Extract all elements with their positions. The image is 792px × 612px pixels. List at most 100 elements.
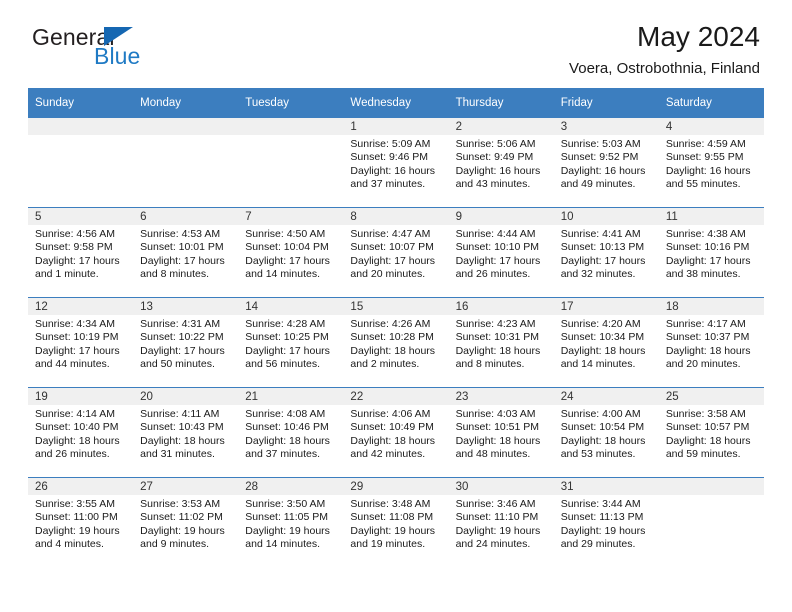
daylight-duration-line2: and 42 minutes. [350,448,426,461]
daylight-duration-line2: and 31 minutes. [140,448,215,461]
sunrise-time: Sunrise: 4:50 AM [245,228,326,240]
daylight-duration-line2: and 8 minutes. [140,268,210,281]
calendar-day-cell[interactable]: 19 Sunrise: 4:14 AM Sunset: 10:40 PM Daylig… [28,387,134,478]
sunset-time: Sunset: 9:46 PM [350,151,429,164]
sunset-time: Sunset: 11:02 PM [140,511,223,524]
day-details: Sunrise: 4:08 AM Sunset: 10:46 PM Daylight… [238,405,343,462]
day-number: 3 [553,118,659,135]
daylight-duration-line1: Daylight: 17 hours [140,344,225,357]
daylight-duration-line1: Daylight: 17 hours [35,344,120,357]
daylight-duration-line1: Daylight: 17 hours [245,344,330,357]
daylight-duration-line1: Daylight: 16 hours [560,164,646,177]
sunrise-time: Sunrise: 3:46 AM [455,498,536,510]
day-details: Sunrise: 4:11 AM Sunset: 10:43 PM Daylight… [133,405,238,462]
sunset-time: Sunset: 10:16 PM [665,241,750,254]
day-number [238,118,344,135]
day-number: 10 [553,208,659,225]
calendar-cell-inner: 17 Sunrise: 4:20 AM Sunset: 10:34 PM Daylig… [553,298,659,387]
day-number: 24 [553,388,659,405]
day-number: 9 [448,208,554,225]
calendar-day-cell[interactable]: 27 Sunrise: 3:53 AM Sunset: 11:02 PM Daylig… [133,477,239,567]
weekday-header-sunday: Sunday [28,88,134,118]
day-number: 28 [238,478,344,495]
day-number: 23 [448,388,554,405]
calendar-week-row: 5 Sunrise: 4:56 AM Sunset: 9:58 PM Daylight… [28,207,764,298]
calendar-day-cell[interactable]: 8 Sunrise: 4:47 AM Sunset: 10:07 PM Dayligh… [343,207,449,298]
calendar-day-cell[interactable]: 7 Sunrise: 4:50 AM Sunset: 10:04 PM Dayligh… [238,207,344,298]
calendar-day-cell[interactable]: 11 Sunrise: 4:38 AM Sunset: 10:16 PM Daylig… [658,207,764,298]
day-number: 18 [658,298,764,315]
day-number: 22 [343,388,449,405]
daylight-duration-line1: Daylight: 19 hours [35,524,120,537]
daylight-duration-line2: and 26 minutes. [35,448,110,461]
calendar-day-cell[interactable]: 22 Sunrise: 4:06 AM Sunset: 10:49 PM Daylig… [343,387,449,478]
daylight-duration-line1: Daylight: 18 hours [35,434,120,447]
daylight-duration-line1: Daylight: 17 hours [560,254,646,267]
day-details: Sunrise: 4:26 AM Sunset: 10:28 PM Daylight… [343,315,448,372]
daylight-duration-line1: Daylight: 18 hours [350,434,436,447]
calendar-day-cell[interactable]: 9 Sunrise: 4:44 AM Sunset: 10:10 PM Dayligh… [448,207,554,298]
calendar-cell-inner: 30 Sunrise: 3:46 AM Sunset: 11:10 PM Daylig… [448,478,554,567]
calendar-day-cell[interactable]: 2 Sunrise: 5:06 AM Sunset: 9:49 PM Daylight… [448,117,554,208]
calendar-day-cell[interactable]: 29 Sunrise: 3:48 AM Sunset: 11:08 PM Daylig… [343,477,449,567]
calendar-cell-inner: 28 Sunrise: 3:50 AM Sunset: 11:05 PM Daylig… [238,478,344,567]
daylight-duration-line2: and 14 minutes. [560,358,636,371]
day-details: Sunrise: 3:46 AM Sunset: 11:10 PM Daylight… [449,495,554,552]
day-details: Sunrise: 4:23 AM Sunset: 10:31 PM Daylight… [449,315,554,372]
daylight-duration-line2: and 53 minutes. [560,448,636,461]
calendar-day-cell[interactable]: 5 Sunrise: 4:56 AM Sunset: 9:58 PM Daylight… [28,207,134,298]
calendar-week-row: 19 Sunrise: 4:14 AM Sunset: 10:40 PM Daylig… [28,387,764,478]
calendar-day-cell[interactable]: 28 Sunrise: 3:50 AM Sunset: 11:05 PM Daylig… [238,477,344,567]
daylight-duration-line1: Daylight: 18 hours [245,434,330,447]
sunset-time: Sunset: 11:08 PM [350,511,434,524]
daylight-duration-line1: Daylight: 18 hours [455,434,541,447]
calendar-page: General Blue May 2024 Voera, Ostrobothni… [0,0,792,612]
calendar-day-cell[interactable]: 25 Sunrise: 3:58 AM Sunset: 10:57 PM Daylig… [658,387,764,478]
sunrise-time: Sunrise: 4:34 AM [35,318,115,330]
calendar-day-cell[interactable]: 12 Sunrise: 4:34 AM Sunset: 10:19 PM Daylig… [28,297,134,388]
calendar-cell-inner: 12 Sunrise: 4:34 AM Sunset: 10:19 PM Daylig… [28,298,134,387]
sunrise-time: Sunrise: 4:47 AM [350,228,431,240]
calendar-day-cell[interactable]: 16 Sunrise: 4:23 AM Sunset: 10:31 PM Daylig… [448,297,554,388]
calendar-day-cell[interactable]: 13 Sunrise: 4:31 AM Sunset: 10:22 PM Daylig… [133,297,239,388]
weekday-header-friday: Friday [553,88,659,118]
day-details: Sunrise: 4:28 AM Sunset: 10:25 PM Daylight… [238,315,343,372]
calendar-day-cell[interactable]: 15 Sunrise: 4:26 AM Sunset: 10:28 PM Daylig… [343,297,449,388]
calendar-day-cell[interactable]: 24 Sunrise: 4:00 AM Sunset: 10:54 PM Daylig… [553,387,659,478]
daylight-duration-line1: Daylight: 18 hours [560,434,646,447]
calendar-day-cell[interactable]: 26 Sunrise: 3:55 AM Sunset: 11:00 PM Daylig… [28,477,134,567]
calendar-cell-empty [658,477,764,567]
calendar-day-cell[interactable]: 4 Sunrise: 4:59 AM Sunset: 9:55 PM Daylight… [658,117,764,208]
daylight-duration-line2: and 14 minutes. [245,268,320,281]
calendar-day-cell[interactable]: 18 Sunrise: 4:17 AM Sunset: 10:37 PM Daylig… [658,297,764,388]
sunrise-time: Sunrise: 4:44 AM [455,228,536,240]
calendar-day-cell[interactable]: 31 Sunrise: 3:44 AM Sunset: 11:13 PM Daylig… [553,477,659,567]
day-details: Sunrise: 4:00 AM Sunset: 10:54 PM Daylight… [554,405,659,462]
daylight-duration-line1: Daylight: 18 hours [665,344,751,357]
day-details: Sunrise: 5:03 AM Sunset: 9:52 PM Daylight:… [554,135,659,192]
sunset-time: Sunset: 10:10 PM [455,241,540,254]
calendar-day-cell[interactable]: 1 Sunrise: 5:09 AM Sunset: 9:46 PM Daylight… [343,117,449,208]
calendar-day-cell[interactable]: 20 Sunrise: 4:11 AM Sunset: 10:43 PM Daylig… [133,387,239,478]
calendar-day-cell[interactable]: 23 Sunrise: 4:03 AM Sunset: 10:51 PM Daylig… [448,387,554,478]
daylight-duration-line2: and 14 minutes. [245,538,320,551]
calendar-day-cell[interactable]: 21 Sunrise: 4:08 AM Sunset: 10:46 PM Daylig… [238,387,344,478]
calendar-day-cell[interactable]: 10 Sunrise: 4:41 AM Sunset: 10:13 PM Daylig… [553,207,659,298]
calendar-day-cell[interactable]: 30 Sunrise: 3:46 AM Sunset: 11:10 PM Daylig… [448,477,554,567]
calendar-day-cell[interactable]: 3 Sunrise: 5:03 AM Sunset: 9:52 PM Daylight… [553,117,659,208]
calendar-week-row: 1 Sunrise: 5:09 AM Sunset: 9:46 PM Daylight… [28,117,764,208]
sunset-time: Sunset: 11:13 PM [560,511,644,524]
day-number: 27 [133,478,239,495]
calendar-day-cell[interactable]: 6 Sunrise: 4:53 AM Sunset: 10:01 PM Dayligh… [133,207,239,298]
daylight-duration-line1: Daylight: 18 hours [560,344,646,357]
general-blue-logo[interactable]: General Blue [32,24,222,80]
calendar-day-cell[interactable]: 14 Sunrise: 4:28 AM Sunset: 10:25 PM Daylig… [238,297,344,388]
sunrise-time: Sunrise: 5:06 AM [455,138,536,150]
day-number [28,118,134,135]
day-details: Sunrise: 3:55 AM Sunset: 11:00 PM Daylight… [28,495,133,552]
calendar-cell-inner: 29 Sunrise: 3:48 AM Sunset: 11:08 PM Daylig… [343,478,449,567]
sunset-time: Sunset: 10:07 PM [350,241,434,254]
calendar-day-cell[interactable]: 17 Sunrise: 4:20 AM Sunset: 10:34 PM Daylig… [553,297,659,388]
day-details: Sunrise: 4:47 AM Sunset: 10:07 PM Daylight… [343,225,448,282]
sunset-time: Sunset: 10:51 PM [455,421,540,434]
